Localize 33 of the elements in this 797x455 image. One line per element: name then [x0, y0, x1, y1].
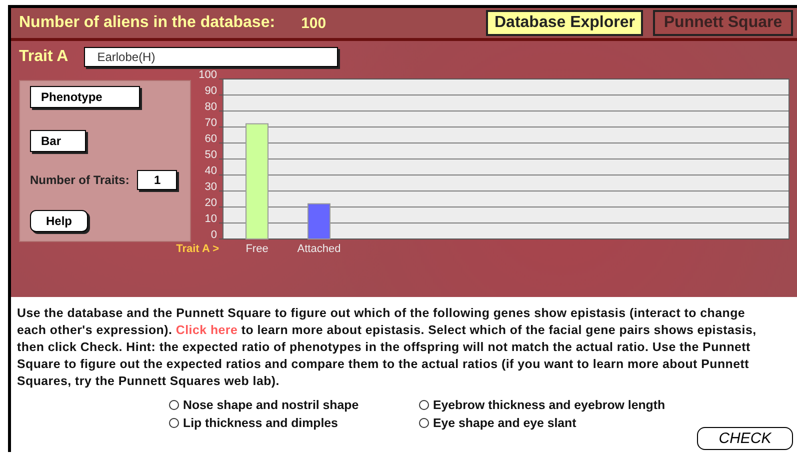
- radio-button[interactable]: [169, 400, 179, 410]
- header-title: Number of aliens in the database:: [19, 14, 276, 32]
- traits-field[interactable]: 1: [137, 170, 178, 190]
- radio-button[interactable]: [169, 418, 179, 428]
- radio-button[interactable]: [419, 418, 429, 428]
- phenotype-button[interactable]: Phenotype: [30, 86, 140, 108]
- instructions-text: Use the database and the Punnett Square to figure out which of the following genes show epistasis (interact to change each other's expression). Click here to learn more about epistasis. Select which of the facial gene pairs shows epistasis, then click Check. Hint: the expected ratio of phenotypes in the offspring will not match the actual ratio. Use the Punnett Square to figure out the expected ratios and compare them to the actual ratios (if you want to learn more about Punnett Squares, try the Punnett Squares web lab).: [17, 305, 758, 390]
- radio-button[interactable]: [419, 400, 429, 410]
- alien-count: 100: [301, 14, 326, 32]
- answer-option[interactable]: Eyebrow thickness and eyebrow length: [419, 398, 719, 412]
- axis-tick-label: 50: [204, 149, 217, 161]
- axis-label: Trait A >: [176, 243, 219, 255]
- category-label: Free: [246, 243, 268, 255]
- axis-tick-label: 10: [204, 213, 217, 225]
- axis-tick-label: 30: [204, 181, 217, 193]
- tab[interactable]: Database Explorer: [486, 10, 643, 36]
- check-button[interactable]: CHECK: [697, 427, 793, 450]
- axis-tick-label: 70: [204, 117, 217, 129]
- answer-option[interactable]: Lip thickness and dimples: [169, 416, 419, 430]
- axis-tick-label: 90: [204, 85, 217, 97]
- traits-label: Number of Traits:: [30, 173, 130, 187]
- axis-tick-label: 40: [204, 165, 217, 177]
- category-label: Attached: [297, 243, 341, 255]
- answer-option[interactable]: Nose shape and nostril shape: [169, 398, 419, 412]
- help-button[interactable]: Help: [30, 210, 88, 232]
- axis-tick-label: 80: [204, 101, 217, 113]
- trait-field[interactable]: Earlobe(H): [84, 47, 338, 67]
- axis-tick-label: 0: [210, 229, 217, 241]
- axis-tick-label: 100: [198, 69, 217, 81]
- axis-tick-label: 60: [204, 133, 217, 145]
- bar-button[interactable]: Bar: [30, 130, 86, 152]
- trait-label: Trait A: [19, 48, 68, 66]
- axis-tick-label: 20: [204, 197, 217, 209]
